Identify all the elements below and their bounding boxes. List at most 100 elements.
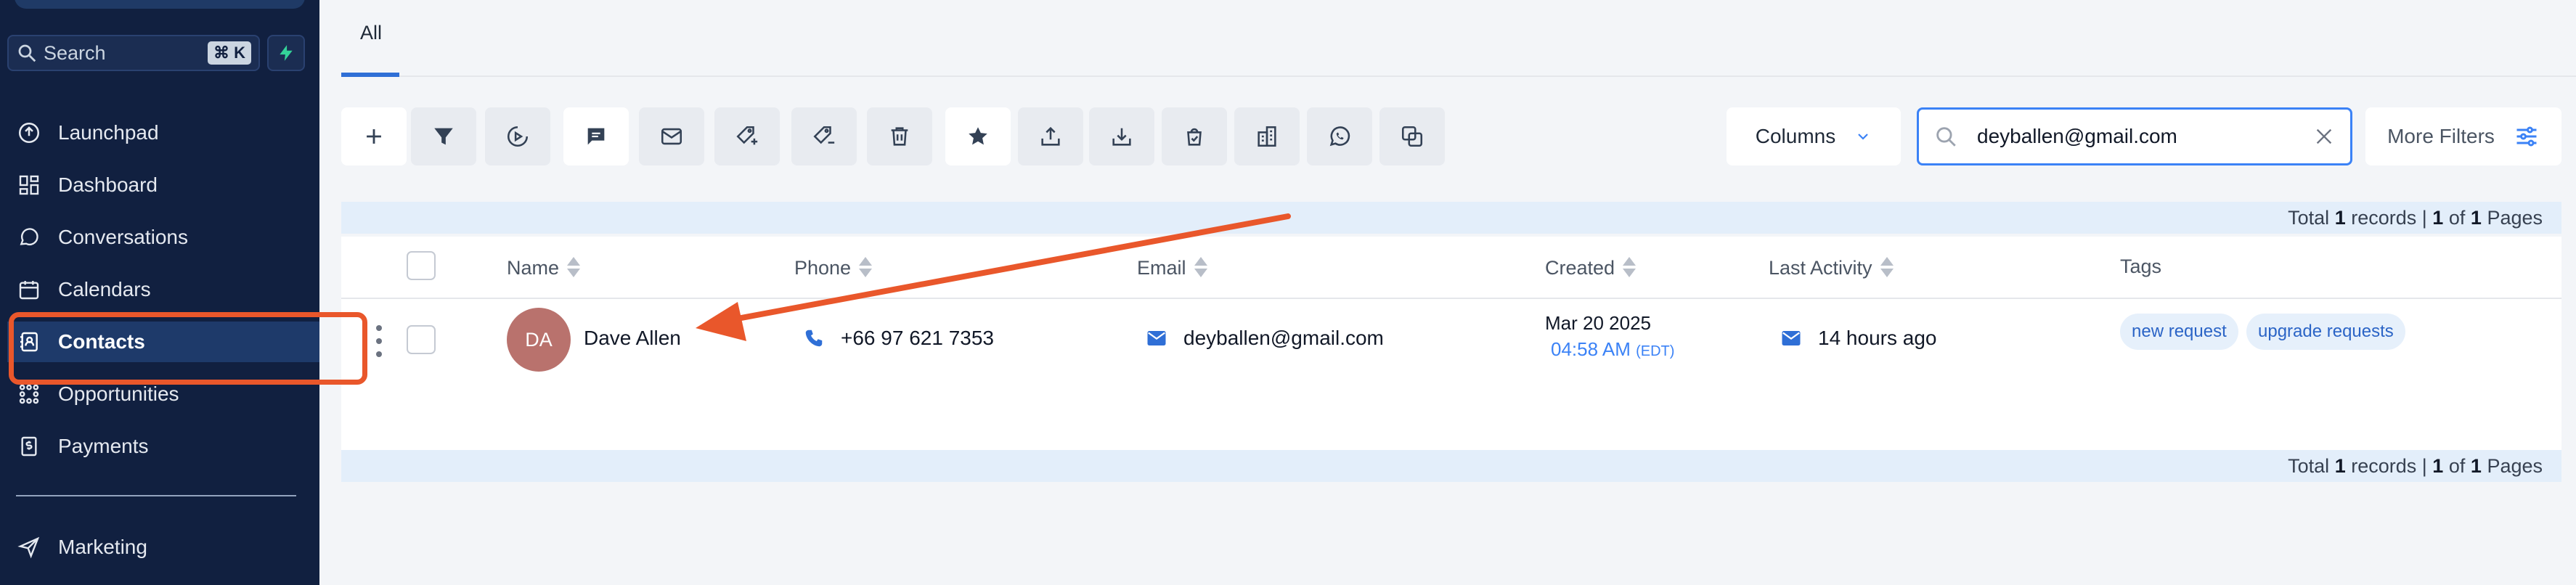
more-filters-button[interactable]: More Filters — [2365, 107, 2561, 165]
add-to-favorites-button[interactable] — [945, 107, 1011, 165]
last-activity: 14 hours ago — [1818, 327, 1937, 349]
sidebar: Search ⌘ K Launchpad Dashboard Conversat… — [0, 0, 319, 585]
import-icon — [1112, 128, 1131, 146]
more-filters-label: More Filters — [2387, 125, 2495, 147]
sidebar-search[interactable]: Search ⌘ K — [7, 35, 260, 71]
sliders-icon — [2516, 126, 2537, 147]
records-text: Total — [2288, 206, 2330, 229]
columns-label: Columns — [1755, 125, 1836, 147]
filter-icon — [434, 128, 453, 145]
column-header-phone[interactable]: Phone — [794, 255, 873, 280]
export-button[interactable] — [1018, 107, 1083, 165]
email-icon — [1782, 331, 1801, 345]
tab-divider — [341, 75, 2576, 77]
annotation-highlight-box — [9, 312, 367, 385]
created-date: Mar 20 2025 — [1545, 312, 1651, 334]
contact-name[interactable]: Dave Allen — [584, 327, 681, 350]
tab-all[interactable]: All — [341, 15, 399, 77]
import-button[interactable] — [1089, 107, 1154, 165]
sidebar-item-conversations[interactable]: Conversations — [16, 217, 188, 258]
select-all-checkbox[interactable] — [407, 251, 436, 280]
email-cell[interactable]: deyballen@gmail.com — [1146, 327, 1384, 350]
sort-icon — [1880, 255, 1894, 280]
payments-icon — [16, 433, 42, 459]
review-request-icon — [1187, 128, 1202, 146]
automation-icon — [507, 126, 529, 147]
review-request-button[interactable] — [1162, 107, 1227, 165]
last-activity-cell: 14 hours ago — [1780, 327, 1936, 350]
drag-handle-icon[interactable] — [376, 325, 382, 357]
merge-button[interactable] — [1379, 107, 1445, 165]
sort-icon — [858, 255, 873, 280]
records-info-bottom: Total 1 records | 1 of 1 Pages — [341, 450, 2561, 482]
contact-search-field[interactable] — [1917, 107, 2352, 165]
send-icon — [16, 534, 42, 560]
dashboard-icon — [16, 172, 42, 198]
search-icon — [1936, 127, 1956, 147]
sidebar-item-label: Payments — [58, 435, 149, 457]
merge-icon — [1401, 126, 1423, 147]
delete-icon — [891, 127, 908, 146]
records-text: Pages — [2487, 206, 2543, 229]
add-to-workflow-button[interactable] — [485, 107, 550, 165]
contacts-table: Name Phone Email Created Last Activity T… — [341, 237, 2561, 451]
total-pages: 1 — [2470, 206, 2482, 229]
lightning-icon — [280, 45, 293, 61]
remove-tag-button[interactable] — [791, 107, 857, 165]
delete-button[interactable] — [867, 107, 932, 165]
created-time: 04:58 AM (EDT) — [1551, 338, 1674, 361]
send-email-button[interactable] — [639, 107, 704, 165]
email-icon — [1147, 331, 1166, 345]
sidebar-item-payments[interactable]: Payments — [16, 426, 149, 467]
sidebar-item-marketing[interactable]: Marketing — [16, 527, 147, 568]
current-page: 1 — [2432, 206, 2444, 229]
row-checkbox[interactable] — [407, 325, 436, 354]
avatar[interactable]: DA — [507, 308, 571, 372]
column-header-email[interactable]: Email — [1137, 255, 1208, 280]
records-total: 1 — [2334, 454, 2346, 477]
email-icon — [661, 128, 682, 145]
column-header-name[interactable]: Name — [507, 255, 581, 280]
sidebar-item-launchpad[interactable]: Launchpad — [16, 112, 159, 153]
sidebar-divider — [16, 495, 296, 496]
export-icon — [1041, 126, 1060, 146]
records-text: records | — [2351, 206, 2427, 229]
sidebar-item-dashboard[interactable]: Dashboard — [16, 165, 158, 205]
company-button[interactable] — [1234, 107, 1300, 165]
sidebar-search-label: Search — [44, 41, 106, 64]
records-total: 1 — [2334, 206, 2346, 229]
tag-badge[interactable]: new request — [2120, 314, 2238, 350]
tag-badge[interactable]: upgrade requests — [2246, 314, 2405, 350]
sidebar-item-label: Conversations — [58, 226, 188, 248]
location-switcher[interactable] — [15, 0, 305, 9]
sidebar-item-label: Marketing — [58, 536, 147, 558]
send-sms-button[interactable] — [563, 107, 629, 165]
add-tag-button[interactable] — [714, 107, 780, 165]
column-label: Phone — [794, 256, 852, 279]
filter-button[interactable] — [411, 107, 476, 165]
phone-cell[interactable]: +66 97 621 7353 — [803, 327, 994, 350]
company-icon — [1258, 126, 1276, 147]
records-text: records | — [2351, 454, 2427, 477]
phone-icon — [805, 330, 823, 347]
sidebar-item-calendars[interactable]: Calendars — [16, 269, 151, 310]
sort-icon — [1622, 255, 1637, 280]
column-header-created[interactable]: Created — [1545, 255, 1637, 280]
add-icon — [367, 129, 381, 144]
sort-icon — [1194, 255, 1208, 280]
column-label: Name — [507, 256, 560, 279]
active-tab-indicator — [341, 73, 399, 77]
close-icon[interactable] — [2312, 125, 2336, 148]
shortcut-badge: ⌘ K — [208, 41, 251, 65]
created-time-value: 04:58 AM — [1551, 338, 1631, 360]
add-contact-button[interactable] — [341, 107, 407, 165]
column-header-last-activity[interactable]: Last Activity — [1769, 255, 1894, 280]
total-pages: 1 — [2470, 454, 2482, 477]
quick-actions-button[interactable] — [267, 35, 305, 71]
contact-search-input[interactable] — [1977, 125, 2312, 148]
columns-button[interactable]: Columns — [1727, 107, 1901, 165]
chat-bubble-icon — [16, 224, 42, 250]
whatsapp-button[interactable] — [1307, 107, 1372, 165]
current-page: 1 — [2432, 454, 2444, 477]
sort-icon — [566, 255, 581, 280]
